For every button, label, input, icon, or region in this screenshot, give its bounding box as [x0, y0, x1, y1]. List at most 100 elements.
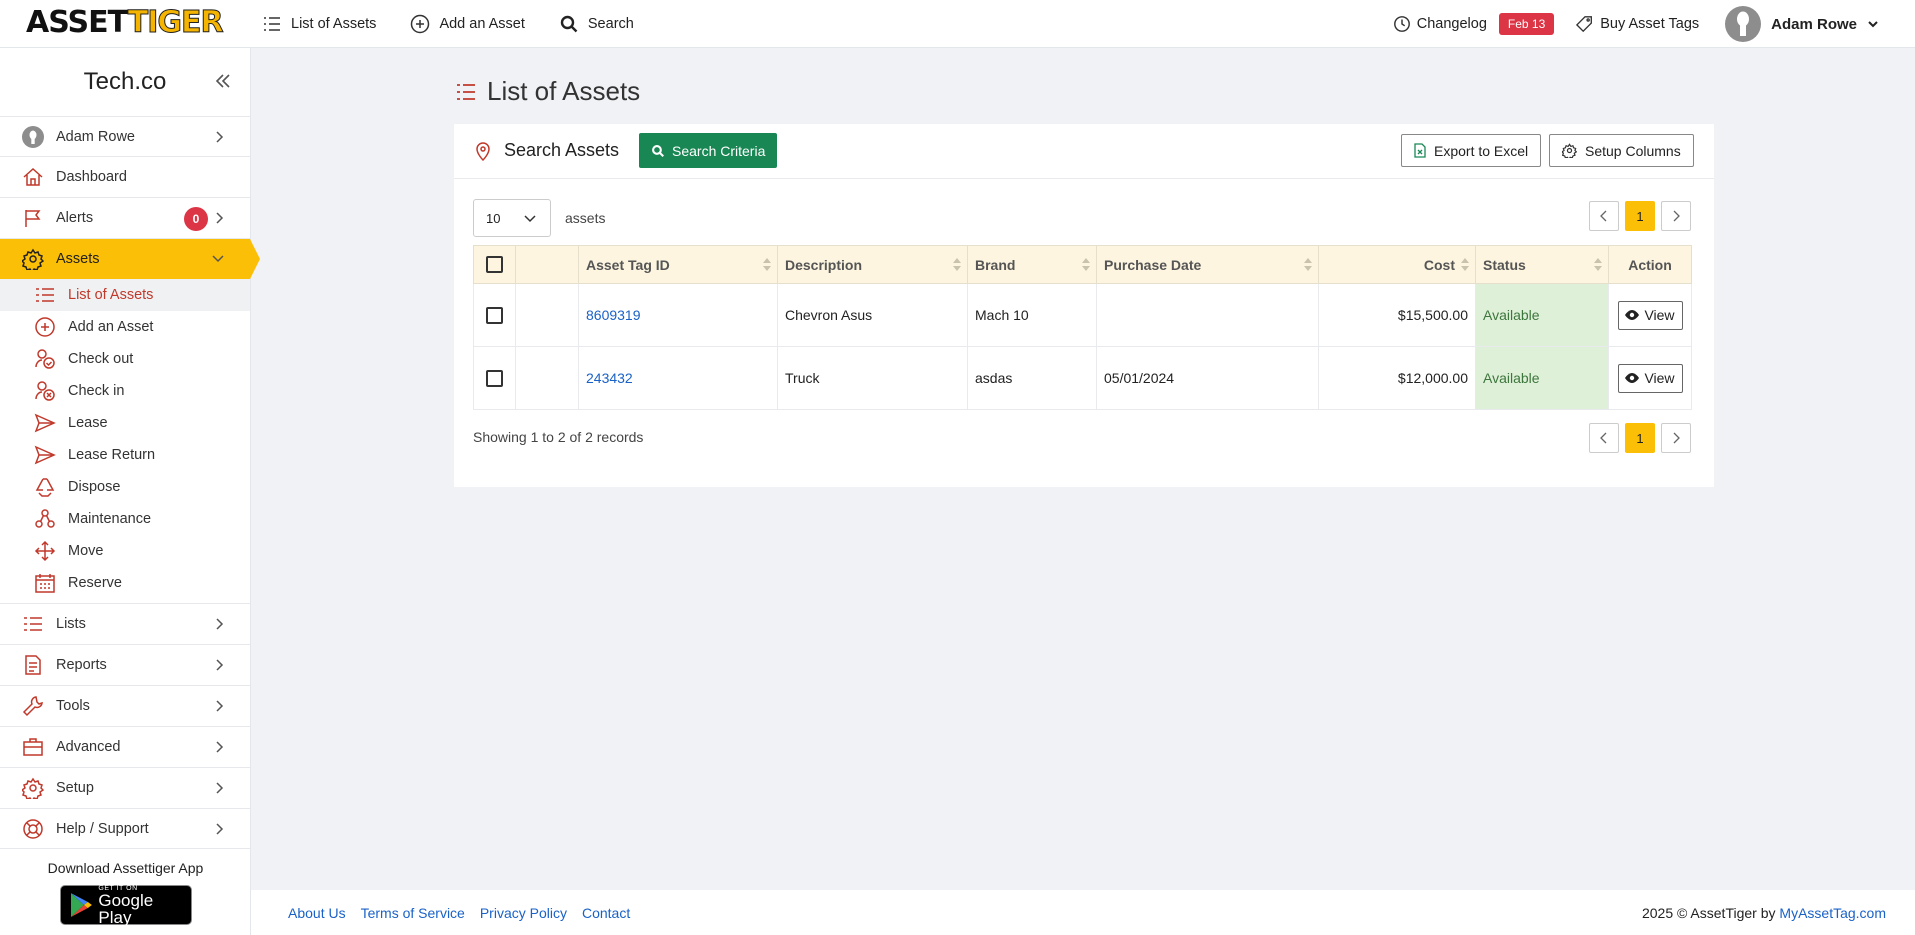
- user-name: Adam Rowe: [1771, 15, 1857, 33]
- collapse-sidebar-icon[interactable]: [212, 70, 234, 92]
- column-header-label: Cost: [1423, 256, 1455, 273]
- table-controls: 10 assets: [473, 199, 605, 237]
- sidebar-subitem-lease-return[interactable]: Lease Return: [0, 439, 250, 471]
- sidebar-item-assets[interactable]: Assets: [0, 238, 260, 279]
- sidebar-item-reports[interactable]: Reports: [0, 644, 250, 685]
- action-cell: View: [1608, 346, 1692, 410]
- sidebar-item-label: Alerts: [56, 210, 94, 226]
- image-cell: [515, 346, 579, 410]
- column-header-purchase-date[interactable]: Purchase Date: [1096, 245, 1319, 284]
- export-to-excel-button[interactable]: Export to Excel: [1401, 134, 1542, 167]
- sidebar-subitem-lease[interactable]: Lease: [0, 407, 250, 439]
- assettiger-logo[interactable]: ASSETTIGER: [26, 5, 224, 40]
- footer-links: About Us Terms of Service Privacy Policy…: [288, 905, 630, 921]
- wrench-icon: [22, 696, 43, 717]
- myassettag-link[interactable]: MyAssetTag.com: [1779, 905, 1886, 921]
- sidebar-subitem-move[interactable]: Move: [0, 535, 250, 567]
- sidebar-subitem-reserve[interactable]: Reserve: [0, 567, 250, 599]
- view-button-label: View: [1644, 307, 1675, 323]
- setup-columns-label: Setup Columns: [1585, 142, 1681, 159]
- sidebar-subitem-dispose[interactable]: Dispose: [0, 471, 250, 503]
- search-criteria-button[interactable]: Search Criteria: [639, 133, 778, 168]
- chevron-right-icon: [216, 618, 224, 630]
- top-header: ASSETTIGER List of Assets Add an Asset S…: [0, 0, 1915, 48]
- lifebuoy-icon: [23, 818, 43, 839]
- view-button[interactable]: View: [1617, 363, 1683, 393]
- sidebar-subitem-maintenance[interactable]: Maintenance: [0, 503, 250, 535]
- sidebar-item-dashboard[interactable]: Dashboard: [0, 156, 250, 197]
- search-icon: [560, 15, 578, 33]
- column-header-cost[interactable]: Cost: [1318, 245, 1476, 284]
- chevron-right-icon: [1673, 432, 1680, 444]
- prev-page-button[interactable]: [1589, 201, 1619, 231]
- view-button[interactable]: View: [1617, 300, 1683, 330]
- sidebar-item-advanced[interactable]: Advanced: [0, 726, 250, 767]
- topnav-list-assets[interactable]: List of Assets: [262, 14, 376, 34]
- column-header-label: Status: [1483, 256, 1526, 273]
- changelog-date-badge: Feb 13: [1498, 13, 1555, 35]
- next-page-button[interactable]: [1661, 423, 1691, 453]
- topnav-search[interactable]: Search: [559, 14, 634, 34]
- sort-icon: [1082, 258, 1090, 271]
- buy-asset-tags-link[interactable]: Buy Asset Tags: [1576, 15, 1699, 33]
- prev-page-button[interactable]: [1589, 423, 1619, 453]
- column-header-brand[interactable]: Brand: [967, 245, 1097, 284]
- asset-tag-link[interactable]: 8609319: [586, 307, 641, 323]
- description-cell: Truck: [777, 346, 968, 410]
- sidebar-subitem-label: Add an Asset: [68, 319, 154, 335]
- sidebar-subitem-label: Maintenance: [68, 511, 152, 527]
- sort-icon: [763, 258, 771, 271]
- setup-columns-button[interactable]: Setup Columns: [1549, 134, 1694, 167]
- page-title-text: List of Assets: [487, 76, 641, 106]
- asset-tag-link[interactable]: 243432: [586, 370, 633, 386]
- column-header-status[interactable]: Status: [1475, 245, 1609, 284]
- sidebar-subitem-label: Lease Return: [68, 447, 156, 463]
- topnav-add-asset[interactable]: Add an Asset: [410, 14, 525, 34]
- google-play-badge[interactable]: GET IT ON Google Play: [59, 885, 192, 927]
- user-silhouette-icon: [1737, 11, 1750, 36]
- footer: About Us Terms of Service Privacy Policy…: [251, 890, 1915, 935]
- purchase-date-cell: 05/01/2024: [1096, 346, 1319, 410]
- row-checkbox[interactable]: [486, 306, 503, 324]
- gplay-big-text: Google Play: [98, 890, 154, 927]
- table-row: 8609319 Chevron Asus Mach 10 $15,500.00 …: [473, 283, 1692, 347]
- chevron-right-icon: [1673, 210, 1680, 222]
- user-menu[interactable]: Adam Rowe: [1725, 6, 1879, 42]
- select-all-checkbox[interactable]: [486, 256, 503, 274]
- page-size-value: 10: [486, 210, 501, 226]
- gear-icon: [22, 248, 44, 270]
- page-number-button[interactable]: 1: [1625, 423, 1655, 453]
- asset-tag-cell: 243432: [578, 346, 778, 410]
- sidebar-subitem-label: Check in: [68, 383, 125, 399]
- sidebar-item-alerts[interactable]: Alerts 0: [0, 197, 250, 238]
- nodes-icon: [35, 509, 55, 528]
- tag-icon: [1576, 16, 1593, 33]
- chevron-left-icon: [1600, 210, 1607, 222]
- sidebar-subitem-list-of-assets[interactable]: List of Assets: [0, 279, 250, 311]
- sidebar-subitem-add-asset[interactable]: Add an Asset: [0, 311, 250, 343]
- plus-circle-icon: [411, 14, 430, 34]
- privacy-link[interactable]: Privacy Policy: [480, 905, 567, 921]
- column-header-description[interactable]: Description: [777, 245, 968, 284]
- next-page-button[interactable]: [1661, 201, 1691, 231]
- chevron-down-icon: [212, 255, 224, 263]
- sidebar-subitem-label: Reserve: [68, 575, 122, 591]
- about-us-link[interactable]: About Us: [288, 905, 346, 921]
- changelog-link[interactable]: Changelog Feb 13: [1393, 13, 1555, 35]
- sidebar-item-tools[interactable]: Tools: [0, 685, 250, 726]
- copyright-text: 2025 © AssetTiger by: [1641, 904, 1776, 921]
- page-number-button[interactable]: 1: [1625, 201, 1655, 231]
- sidebar-item-setup[interactable]: Setup: [0, 767, 250, 808]
- sidebar-subitem-check-in[interactable]: Check in: [0, 375, 250, 407]
- sidebar-item-label: Reports: [56, 657, 107, 673]
- export-label: Export to Excel: [1434, 142, 1529, 159]
- page-size-select[interactable]: 10: [473, 199, 551, 237]
- contact-link[interactable]: Contact: [582, 905, 630, 921]
- sidebar-item-user[interactable]: Adam Rowe: [0, 116, 250, 156]
- sidebar-subitem-check-out[interactable]: Check out: [0, 343, 250, 375]
- column-header-asset-tag[interactable]: Asset Tag ID: [578, 245, 778, 284]
- sidebar-item-lists[interactable]: Lists: [0, 603, 250, 644]
- sidebar-item-help-support[interactable]: Help / Support: [0, 808, 250, 849]
- terms-link[interactable]: Terms of Service: [361, 905, 465, 921]
- row-checkbox[interactable]: [486, 369, 503, 387]
